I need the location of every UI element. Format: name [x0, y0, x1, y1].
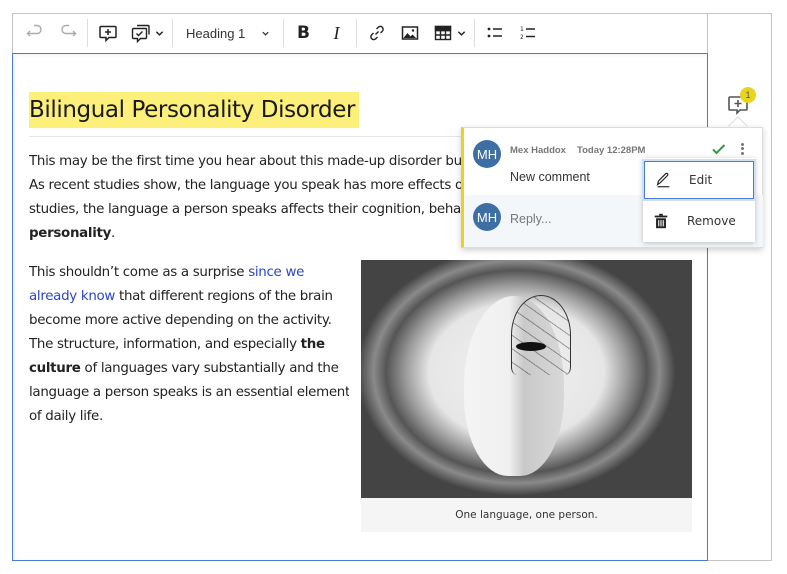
- table-icon: [434, 25, 451, 41]
- comment-timestamp: Today 12:28PM: [577, 145, 646, 156]
- redo-icon: [60, 24, 76, 37]
- chevron-down-icon: [155, 30, 163, 36]
- paragraph-text: This shouldn’t come as a surprise: [29, 265, 249, 280]
- bulleted-list-button[interactable]: [478, 18, 511, 48]
- avatar: MH: [473, 203, 501, 231]
- paragraph-text: The structure, information, and especial…: [29, 337, 301, 352]
- more-dot-icon: [740, 147, 744, 151]
- undo-button[interactable]: [18, 18, 51, 48]
- bold-text: personality: [29, 226, 112, 241]
- add-comment-icon: [98, 25, 117, 43]
- chevron-down-icon: [262, 31, 269, 36]
- resolve-comment-button[interactable]: [711, 141, 727, 157]
- paragraph-line: This shouldn’t come as a surprise since …: [29, 261, 349, 285]
- menu-item-remove[interactable]: Remove: [643, 201, 755, 241]
- comment-more-options-button[interactable]: [736, 140, 748, 158]
- paragraph-line: become more active depending on the acti…: [29, 313, 332, 328]
- toolbar-separator: [87, 19, 88, 47]
- numbered-list-icon: 12: [520, 26, 535, 41]
- toolbar-separator: [356, 19, 357, 47]
- paragraph-line: already know that different regions of t…: [29, 285, 349, 309]
- toolbar-separator: [474, 19, 475, 47]
- bold-button[interactable]: B: [287, 18, 320, 48]
- figure-caption[interactable]: One language, one person.: [361, 498, 692, 532]
- insert-image-button[interactable]: [393, 18, 426, 48]
- paragraph-line: The structure, information, and especial…: [29, 333, 349, 357]
- document-title[interactable]: Bilingual Personality Disorder: [29, 92, 360, 128]
- toolbar-separator: [283, 19, 284, 47]
- paragraph-line: culture of languages vary substantially …: [29, 357, 349, 381]
- menu-item-label: Remove: [687, 214, 736, 228]
- heading-dropdown[interactable]: Heading 1: [176, 18, 280, 48]
- svg-text:2: 2: [520, 34, 524, 41]
- chevron-down-icon: [457, 30, 465, 36]
- heading-dropdown-value: Heading 1: [186, 25, 246, 41]
- image-icon: [401, 26, 418, 40]
- more-dot-icon: [740, 152, 744, 156]
- more-dot-icon: [740, 142, 744, 146]
- paragraph-2[interactable]: This shouldn’t come as a surprise since …: [29, 261, 349, 429]
- comment-text: New comment: [510, 170, 590, 184]
- bold-text: culture: [29, 361, 81, 376]
- table-dropdown-arrow[interactable]: [455, 18, 467, 48]
- italic-icon: I: [333, 22, 340, 43]
- svg-text:1: 1: [520, 26, 524, 33]
- phrenology-eye: [516, 342, 546, 351]
- toolbar: Heading 1 B I 12: [12, 13, 708, 53]
- bold-icon: B: [297, 23, 310, 43]
- add-comment-button[interactable]: [91, 18, 124, 48]
- pencil-icon: [653, 170, 673, 190]
- menu-item-edit[interactable]: Edit: [644, 161, 754, 199]
- comments-dropdown-arrow[interactable]: [153, 18, 165, 48]
- reply-input[interactable]: [510, 212, 640, 226]
- inline-link[interactable]: already know: [29, 289, 115, 304]
- comment-author: Mex Haddox: [510, 145, 566, 156]
- comments-split-button: [124, 18, 169, 48]
- numbered-list-button[interactable]: 12: [511, 18, 544, 48]
- link-icon: [369, 25, 384, 41]
- paragraph-line: of daily life.: [29, 409, 103, 424]
- table-split-button: [426, 18, 471, 48]
- avatar: MH: [473, 140, 501, 168]
- image-figure[interactable]: One language, one person.: [361, 260, 692, 532]
- comments-check-icon: [131, 24, 150, 43]
- menu-item-label: Edit: [689, 173, 713, 187]
- phrenology-markings: [511, 295, 571, 375]
- checkmark-icon: [712, 144, 726, 155]
- paragraph-text: that different regions of the brain: [115, 289, 333, 304]
- paragraph-text: .: [111, 226, 115, 241]
- figure-image[interactable]: [361, 260, 692, 498]
- undo-icon: [26, 24, 42, 37]
- toolbar-separator: [172, 19, 173, 47]
- comment-count-badge: 1: [740, 87, 756, 103]
- bulleted-list-icon: [487, 27, 502, 38]
- bold-text: the: [300, 337, 325, 352]
- trash-icon: [651, 211, 671, 231]
- comment-options-menu: Edit Remove: [643, 158, 755, 242]
- italic-button[interactable]: I: [320, 18, 353, 48]
- paragraph-text: of languages vary substantially and the: [80, 361, 339, 376]
- link-button[interactable]: [360, 18, 393, 48]
- paragraph-line: language a person speaks is an essential…: [29, 385, 349, 400]
- redo-button[interactable]: [51, 18, 84, 48]
- inline-link[interactable]: since we: [248, 265, 304, 280]
